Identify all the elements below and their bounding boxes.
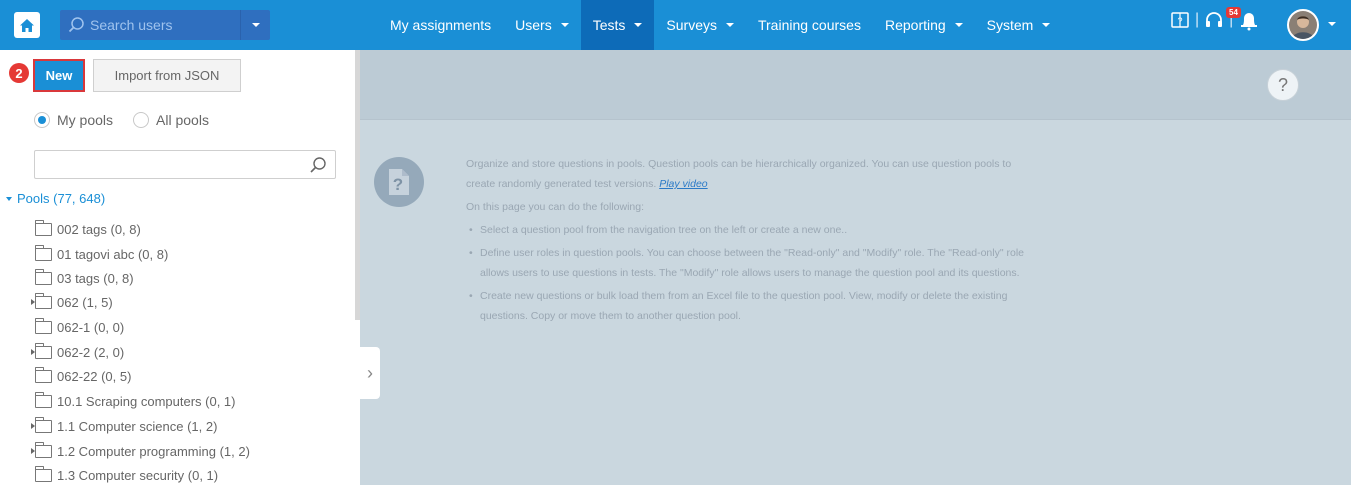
tree-item[interactable]: 062-2 (2, 0) [31,342,124,362]
content-header: ? [360,50,1351,120]
nav-my-assignments[interactable]: My assignments [378,0,503,50]
header-utility-icons: ? | | [1170,9,1260,31]
my-pools-label: My pools [57,112,114,128]
nav-users[interactable]: Users [503,0,581,50]
search-icon [310,157,326,173]
tree-item[interactable]: 10.1 Scraping computers (0, 1) [34,391,235,411]
nav-tests[interactable]: Tests [580,0,655,50]
tree-item[interactable]: 002 tags (0, 8) [34,219,141,239]
chevron-down-icon [725,23,734,27]
main-nav: My assignments Users Tests Surveys Train… [378,0,1062,50]
pool-scope-filter: My pools All pools [34,112,209,128]
chevron-down-icon [251,23,260,27]
tree-item[interactable]: 03 tags (0, 8) [34,268,134,288]
top-navigation-bar: Search users My assignments Users Tests … [0,0,1351,50]
tree-item[interactable]: 01 tagovi abc (0, 8) [34,244,168,264]
tree-item[interactable]: 062 (1, 5) [31,292,113,312]
nav-surveys[interactable]: Surveys [654,0,746,50]
intro-paragraph: Organize and store questions in pools. Q… [466,158,1012,190]
user-avatar-image [1289,11,1317,39]
svg-text:?: ? [1177,16,1182,26]
folder-icon [35,292,52,309]
play-video-link[interactable]: Play video [659,178,707,190]
tree-item[interactable]: 1.1 Computer science (1, 2) [31,416,217,436]
tree-item[interactable]: 062-1 (0, 0) [34,317,124,337]
nav-system[interactable]: System [975,0,1063,50]
nav-reporting[interactable]: Reporting [873,0,975,50]
chevron-down-icon [1042,23,1051,27]
collapse-sidebar-toggle[interactable]: › [360,347,380,399]
my-pools-radio[interactable] [34,112,50,128]
bell-icon[interactable] [1238,9,1260,31]
all-pools-radio[interactable] [133,112,150,128]
feature-list: Select a question pool from the navigati… [466,220,1026,326]
folder-icon [35,268,52,285]
import-json-button[interactable]: Import from JSON [93,59,241,92]
divider: | [1195,11,1200,28]
tree-item[interactable]: 1.3 Computer security (0, 1) [34,465,218,485]
folder-icon [35,342,52,359]
folder-icon [35,391,52,408]
search-icon [68,17,84,33]
chevron-down-icon [634,23,643,27]
headset-icon[interactable] [1204,10,1224,30]
manual-icon[interactable]: ? [1170,10,1190,30]
pool-search-input[interactable] [34,150,336,179]
list-item: Create new questions or bulk load them f… [466,286,1026,326]
folder-icon [35,317,52,334]
chevron-down-icon[interactable] [1328,22,1336,26]
step-number-badge: 2 [9,63,29,83]
tree-item[interactable]: 1.2 Computer programming (1, 2) [31,441,250,461]
user-search-box[interactable]: Search users [60,10,270,40]
folder-icon [35,244,52,261]
home-button[interactable] [14,12,40,38]
help-button[interactable]: ? [1267,69,1299,101]
folder-icon [35,441,52,458]
svg-text:?: ? [393,175,403,194]
search-input[interactable]: Search users [90,17,172,33]
tree-item[interactable]: 062-22 (0, 5) [34,366,131,386]
folder-icon [35,416,52,433]
nav-training-courses[interactable]: Training courses [746,0,873,50]
chevron-down-icon [954,23,963,27]
list-item: Select a question pool from the navigati… [466,220,1026,240]
list-item: Define user roles in question pools. You… [466,243,1026,283]
folder-icon [35,366,52,383]
search-scope-dropdown[interactable] [240,10,270,40]
chevron-right-icon: › [367,362,373,383]
content-panel: ? › ? Organize and store questions in po… [360,50,1351,485]
notification-count-badge: 54 [1226,7,1241,18]
pool-help-text: Organize and store questions in pools. Q… [466,154,1026,329]
folder-icon [35,219,52,236]
avatar[interactable] [1287,9,1319,41]
home-icon [20,18,34,32]
all-pools-label: All pools [156,112,209,128]
subtitle: On this page you can do the following: [466,201,645,213]
chevron-down-icon [560,23,569,27]
new-pool-button[interactable]: New [33,59,85,92]
expand-arrow-icon [6,196,12,201]
folder-icon [35,465,52,482]
info-question-icon: ? [374,157,424,207]
tree-root-pools[interactable]: Pools (77, 648) [6,191,105,206]
